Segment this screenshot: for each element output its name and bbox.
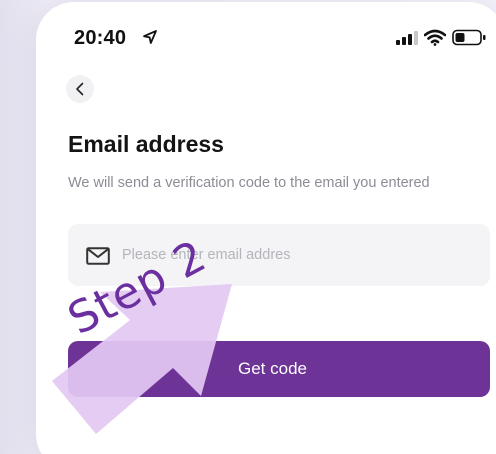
cellular-signal-icon xyxy=(396,31,418,45)
location-arrow-icon xyxy=(143,30,157,44)
status-time: 20:40 xyxy=(74,27,127,49)
email-field[interactable] xyxy=(68,224,490,286)
chevron-left-icon xyxy=(76,82,84,96)
wifi-icon xyxy=(424,29,446,46)
status-bar: 20:40 xyxy=(36,0,496,74)
battery-icon xyxy=(452,29,486,46)
back-button[interactable] xyxy=(66,75,94,103)
get-code-button[interactable]: Get code xyxy=(68,341,490,397)
email-input[interactable] xyxy=(122,224,482,286)
page-subtitle: We will send a verification code to the … xyxy=(68,175,430,191)
mail-icon xyxy=(86,247,110,265)
page-title: Email address xyxy=(68,131,224,157)
get-code-label: Get code xyxy=(238,359,307,378)
